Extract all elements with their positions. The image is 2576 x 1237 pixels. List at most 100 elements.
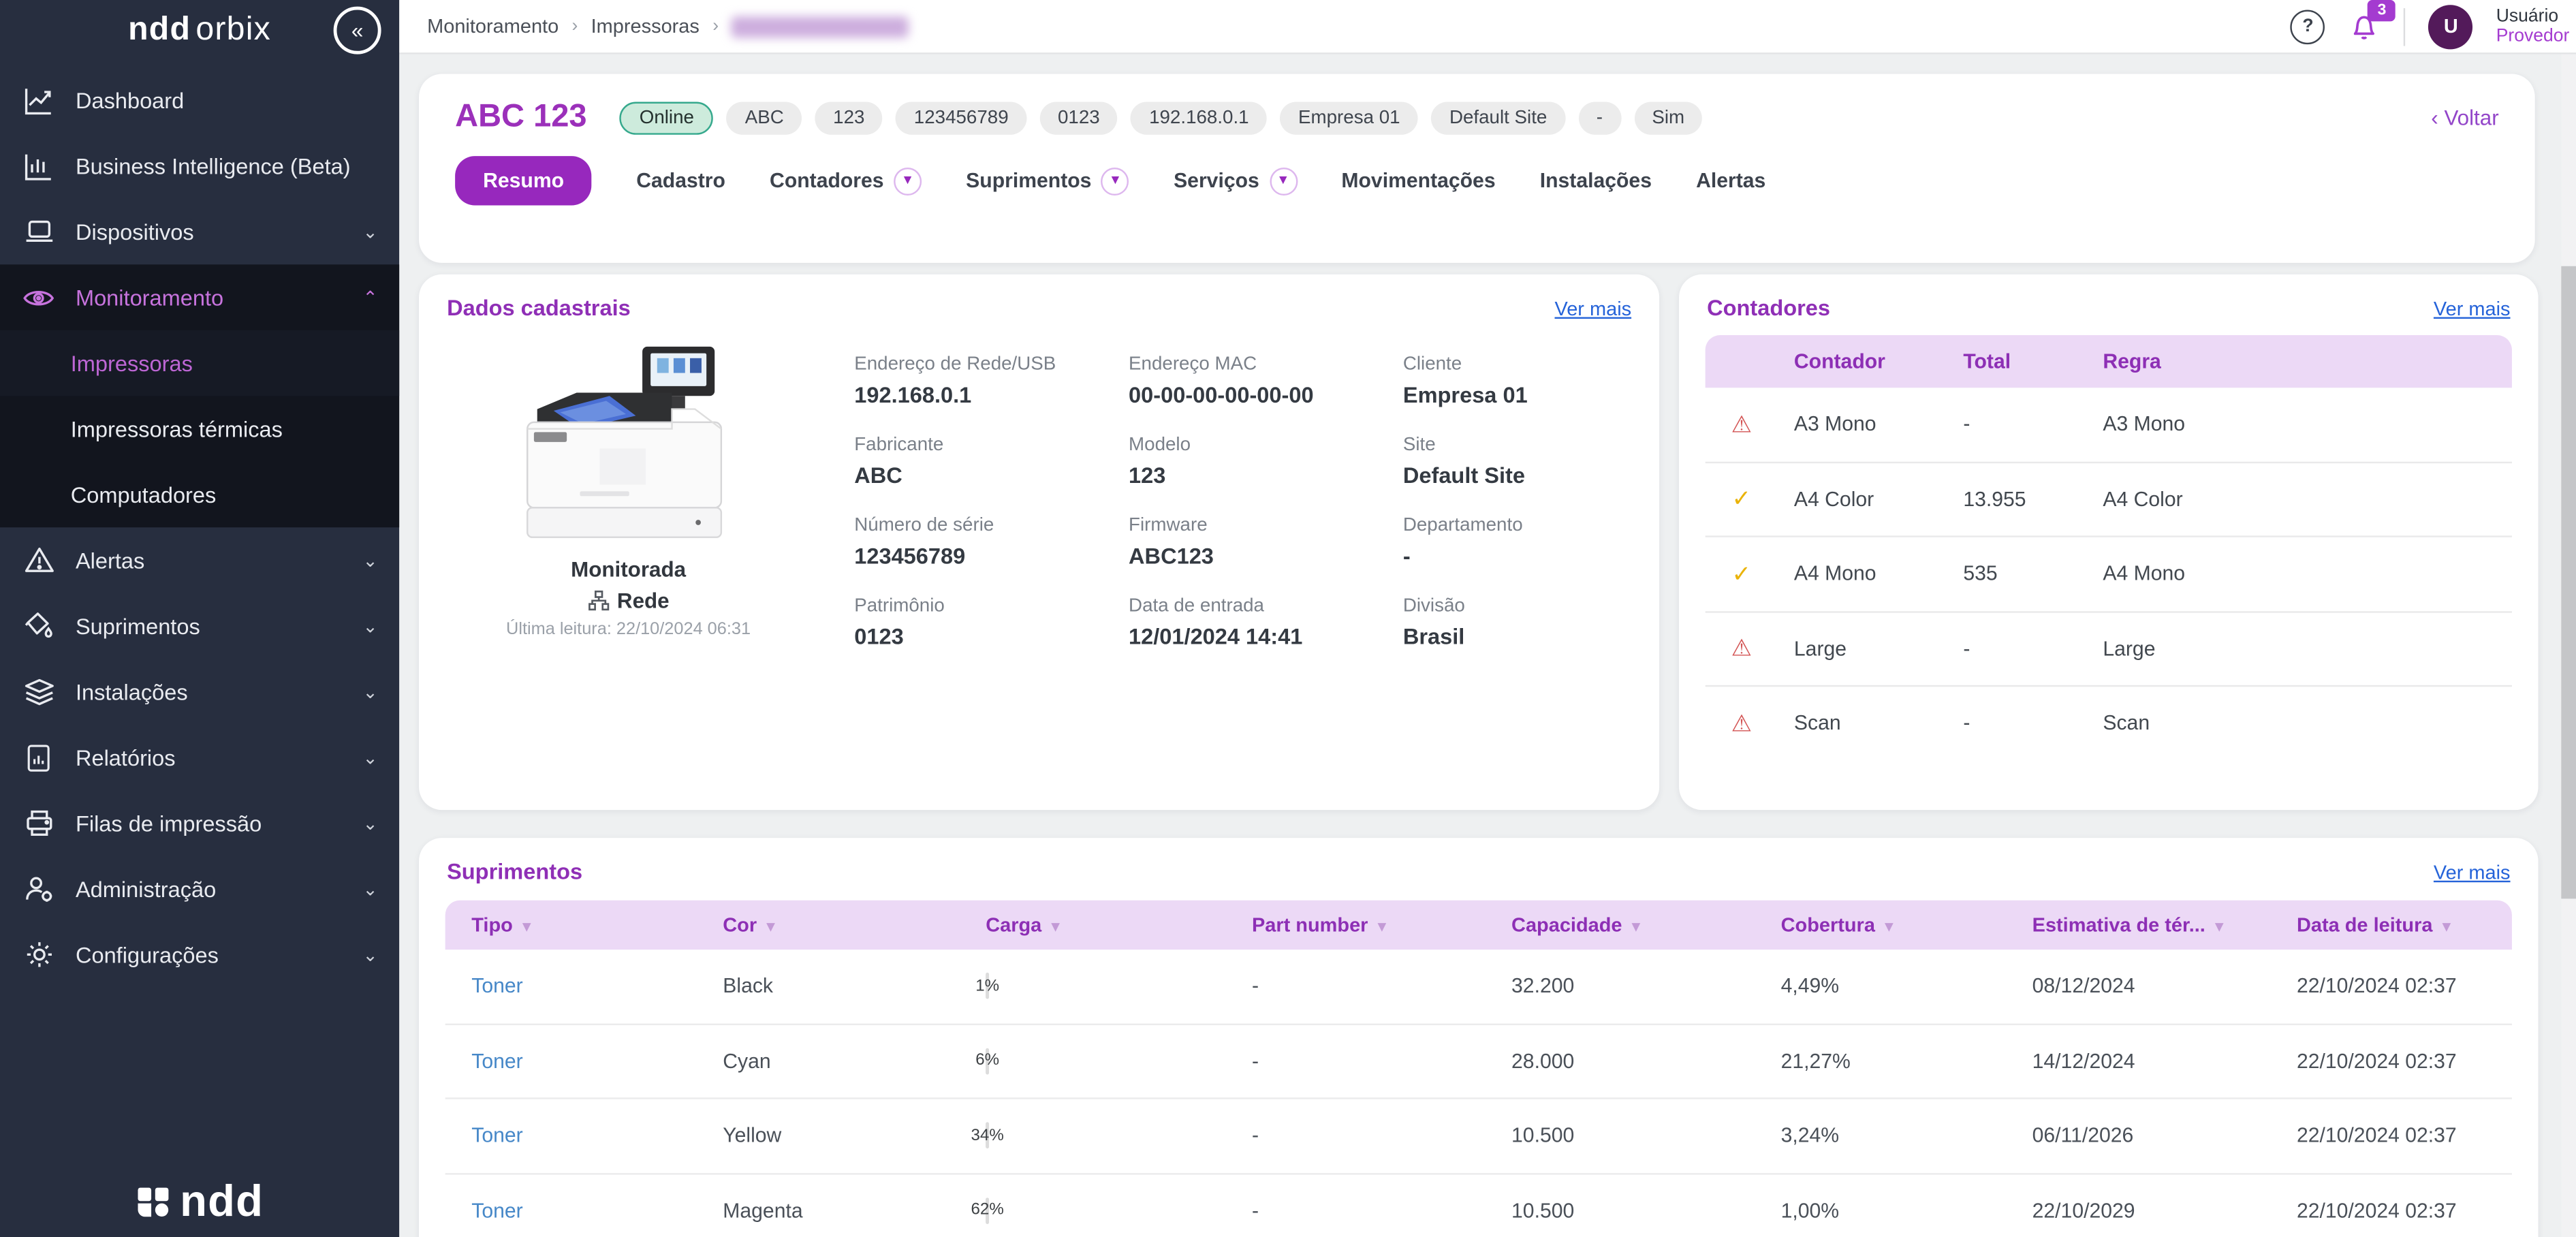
user-info[interactable]: Usuário Provedor <box>2496 7 2571 46</box>
tab-suprimentos[interactable]: Suprimentos▼ <box>966 167 1129 195</box>
sidebar-item-label: Computadores <box>71 482 217 507</box>
toner-link[interactable]: Toner <box>471 1124 522 1147</box>
cell-contador: A3 Mono <box>1778 413 1947 436</box>
notifications-button[interactable]: 3 <box>2349 10 2381 42</box>
sidebar-item-configuracoes[interactable]: Configurações ⌄ <box>0 922 399 987</box>
user-role: Provedor <box>2496 27 2570 46</box>
suprimento-row-magenta: Toner Magenta 62% - 10.500 1,00% 22/10/2… <box>445 1174 2512 1237</box>
tab-movimentacoes[interactable]: Movimentações <box>1341 169 1495 192</box>
column-cor[interactable]: Cor▼ <box>723 913 986 937</box>
tab-resumo[interactable]: Resumo <box>455 156 592 205</box>
chevron-down-icon: ▼ <box>1101 167 1129 195</box>
cell-data-leitura: 22/10/2024 02:37 <box>2297 1199 2512 1222</box>
sidebar-item-label: Filas de impressão <box>76 811 262 835</box>
sidebar-item-suprimentos[interactable]: Suprimentos ⌄ <box>0 593 399 659</box>
column-label: Carga <box>986 913 1041 937</box>
suprimento-row-black: Toner Black 1% - 32.200 4,49% 08/12/2024… <box>445 950 2512 1024</box>
status-warning-icon: ⚠ <box>1706 635 1778 663</box>
toner-link[interactable]: Toner <box>471 975 522 998</box>
sidebar-item-filas-de-impressao[interactable]: Filas de impressão ⌄ <box>0 790 399 856</box>
cell-estimativa: 14/12/2024 <box>2032 1050 2297 1073</box>
dados-cadastrais-card: Dados cadastrais Ver mais <box>419 275 1659 810</box>
cell-estimativa: 08/12/2024 <box>2032 975 2297 998</box>
column-tipo[interactable]: Tipo▼ <box>445 913 723 937</box>
cell-estimativa: 06/11/2026 <box>2032 1124 2297 1147</box>
suprimentos-ver-mais-link[interactable]: Ver mais <box>2434 860 2511 883</box>
sidebar-item-computadores[interactable]: Computadores <box>0 462 399 527</box>
vertical-scrollbar[interactable] <box>2561 52 2576 1237</box>
sidebar-item-impressoras-termicas[interactable]: Impressoras térmicas <box>0 396 399 461</box>
cell-data-leitura: 22/10/2024 02:37 <box>2297 1050 2512 1073</box>
sidebar-item-alertas[interactable]: Alertas ⌄ <box>0 527 399 593</box>
contadores-card: Contadores Ver mais Contador Total Regra… <box>1679 275 2538 810</box>
back-button[interactable]: ‹ Voltar <box>2431 105 2498 129</box>
cell-cor: Magenta <box>723 1199 986 1222</box>
tab-servicos[interactable]: Serviços▼ <box>1174 167 1297 195</box>
sort-chevron-icon: ▼ <box>1629 918 1644 935</box>
tab-instalacoes[interactable]: Instalações <box>1540 169 1652 192</box>
sidebar-item-label: Impressoras térmicas <box>71 416 283 441</box>
chevron-down-icon: ⌄ <box>363 747 378 768</box>
dados-cadastrais-title: Dados cadastrais <box>447 296 631 320</box>
tab-alertas[interactable]: Alertas <box>1696 169 1765 192</box>
printer-summary: Monitorada Rede Última leitura: 22/10/20… <box>419 340 838 639</box>
sidebar-item-monitoramento[interactable]: Monitoramento ⌃ <box>0 264 399 330</box>
app-logo: nddorbix <box>128 11 271 48</box>
sort-chevron-icon: ▼ <box>2439 918 2454 935</box>
sidebar-nav: Dashboard Business Intelligence (Beta) D… <box>0 67 399 988</box>
sort-chevron-icon: ▼ <box>519 918 534 935</box>
dados-ver-mais-link[interactable]: Ver mais <box>1555 296 1632 319</box>
field-modelo: Modelo123 <box>1129 435 1403 488</box>
breadcrumb-impressoras[interactable]: Impressoras <box>591 15 700 38</box>
column-carga[interactable]: Carga▼ <box>986 913 1252 937</box>
notification-count-badge: 3 <box>2368 0 2396 21</box>
breadcrumb-separator-icon: › <box>712 16 719 36</box>
sidebar-item-administracao[interactable]: Administração ⌄ <box>0 856 399 922</box>
toner-link[interactable]: Toner <box>471 1050 522 1073</box>
sidebar-group-monitoramento: Monitoramento ⌃ Impressoras Impressoras … <box>0 264 399 527</box>
sidebar-logo: nddorbix « <box>0 0 399 59</box>
column-capacidade[interactable]: Capacidade▼ <box>1511 913 1781 937</box>
topbar-actions: ? 3 U Usuário Provedor <box>2291 4 2576 48</box>
sidebar-item-instalacoes[interactable]: Instalações ⌄ <box>0 659 399 724</box>
toner-link[interactable]: Toner <box>471 1199 522 1222</box>
chevron-down-icon: ⌄ <box>363 813 378 834</box>
help-icon[interactable]: ? <box>2291 9 2325 44</box>
contadores-table: Contador Total Regra ⚠ A3 Mono - A3 Mono… <box>1706 335 2512 760</box>
breadcrumb-current-redacted <box>732 16 909 37</box>
column-label: Data de leitura <box>2297 913 2432 937</box>
column-cobertura[interactable]: Cobertura▼ <box>1781 913 2032 937</box>
tab-cadastro[interactable]: Cadastro <box>636 169 725 192</box>
breadcrumb-monitoramento[interactable]: Monitoramento <box>427 15 559 38</box>
back-label: Voltar <box>2444 105 2498 129</box>
chevron-down-icon: ⌄ <box>363 615 378 636</box>
tab-contadores[interactable]: Contadores▼ <box>770 167 922 195</box>
column-estimativa[interactable]: Estimativa de tér...▼ <box>2032 913 2297 937</box>
logo-orbix: orbix <box>195 11 271 47</box>
sidebar-item-business-intelligence[interactable]: Business Intelligence (Beta) <box>0 133 399 198</box>
user-avatar[interactable]: U <box>2429 4 2473 48</box>
sidebar-item-dashboard[interactable]: Dashboard <box>0 67 399 133</box>
column-part-number[interactable]: Part number▼ <box>1252 913 1511 937</box>
sidebar-item-impressoras[interactable]: Impressoras <box>0 330 399 396</box>
sidebar-item-dispositivos[interactable]: Dispositivos ⌄ <box>0 199 399 264</box>
gear-icon <box>21 937 56 972</box>
badge-patrimonio: 0123 <box>1039 101 1118 134</box>
suprimento-row-cyan: Toner Cyan 6% - 28.000 21,27% 14/12/2024… <box>445 1024 2512 1099</box>
chevron-down-icon: ▼ <box>1269 167 1297 195</box>
cell-cor: Black <box>723 975 986 998</box>
last-reading-label: Última leitura: 22/10/2024 06:31 <box>419 619 838 639</box>
field-cliente: ClienteEmpresa 01 <box>1403 355 1678 407</box>
device-tabs: Resumo Cadastro Contadores▼ Suprimentos▼… <box>419 136 2535 205</box>
cell-data-leitura: 22/10/2024 02:37 <box>2297 975 2512 998</box>
sidebar-collapse-icon[interactable]: « <box>334 7 381 54</box>
vertical-scrollbar-thumb[interactable] <box>2561 266 2576 899</box>
field-value: 12/01/2024 14:41 <box>1129 625 1403 649</box>
status-warning-icon: ⚠ <box>1706 709 1778 737</box>
chevron-up-icon: ⌃ <box>363 287 378 308</box>
contadores-ver-mais-link[interactable]: Ver mais <box>2434 296 2511 319</box>
column-data-leitura[interactable]: Data de leitura ▼ <box>2297 913 2512 937</box>
field-fabricante: FabricanteABC <box>854 435 1129 488</box>
sidebar-item-relatorios[interactable]: Relatórios ⌄ <box>0 725 399 790</box>
cell-total: 535 <box>1947 563 2086 586</box>
